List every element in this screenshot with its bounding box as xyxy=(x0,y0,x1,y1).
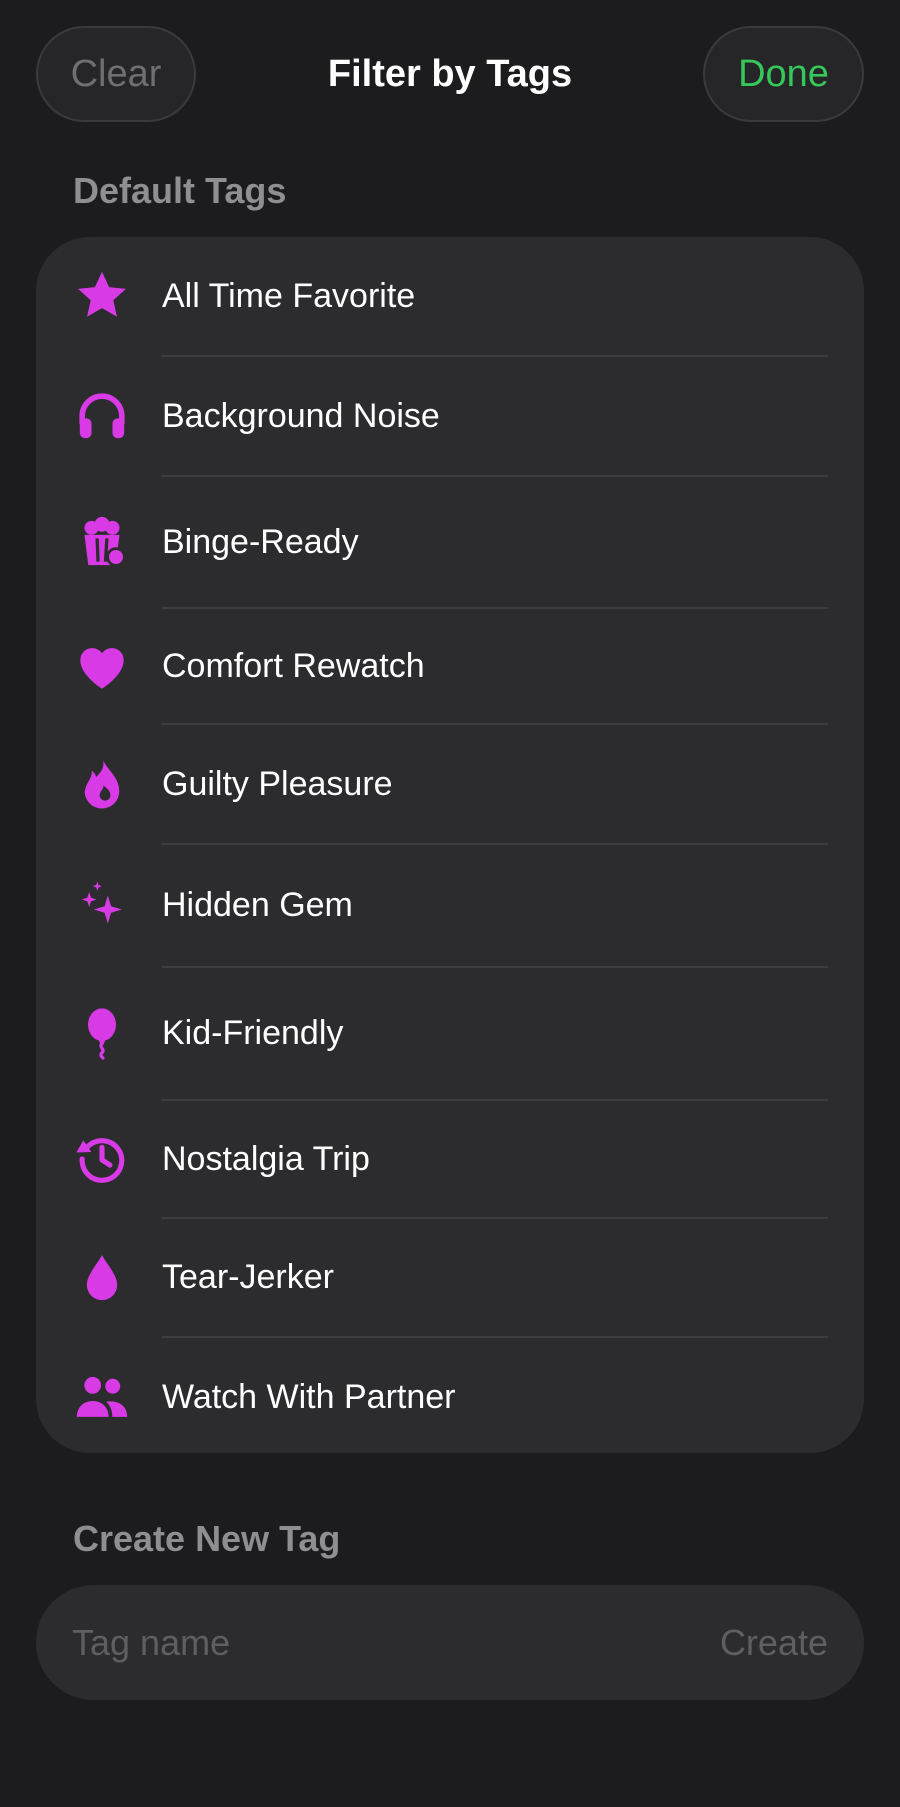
sparkles-icon xyxy=(72,876,132,936)
tag-row-hidden-gem[interactable]: Hidden Gem xyxy=(36,845,864,966)
heart-icon xyxy=(72,637,132,697)
header: Clear Filter by Tags Done xyxy=(0,0,900,150)
balloon-icon xyxy=(72,1004,132,1064)
clear-button[interactable]: Clear xyxy=(36,26,196,122)
tag-row-nostalgia-trip[interactable]: Nostalgia Trip xyxy=(36,1101,864,1217)
flame-icon xyxy=(72,754,132,814)
tag-label: Binge-Ready xyxy=(162,523,359,561)
popcorn-icon xyxy=(72,513,132,573)
tag-label: Nostalgia Trip xyxy=(162,1139,370,1178)
tag-row-binge-ready[interactable]: Binge-Ready xyxy=(36,477,864,608)
create-tag-field-container: Create xyxy=(36,1585,864,1700)
tag-label: Comfort Rewatch xyxy=(162,647,425,685)
tag-label: Kid-Friendly xyxy=(162,1014,344,1052)
tag-label: Watch With Partner xyxy=(162,1377,456,1416)
tag-label: All Time Favorite xyxy=(162,276,416,315)
tag-row-all-time-favorite[interactable]: All Time Favorite xyxy=(36,237,864,355)
tag-label: Tear-Jerker xyxy=(162,1258,334,1296)
tag-row-watch-with-partner[interactable]: Watch With Partner xyxy=(36,1338,864,1456)
done-button[interactable]: Done xyxy=(703,26,864,122)
people-icon xyxy=(72,1367,132,1427)
default-tags-heading: Default Tags xyxy=(73,170,287,211)
tag-label: Background Noise xyxy=(162,396,440,435)
drop-icon xyxy=(72,1248,132,1308)
tag-row-comfort-rewatch[interactable]: Comfort Rewatch xyxy=(36,609,864,724)
tag-label: Hidden Gem xyxy=(162,886,353,924)
tag-row-tear-jerker[interactable]: Tear-Jerker xyxy=(36,1219,864,1336)
create-tag-heading: Create New Tag xyxy=(73,1518,341,1559)
filter-sheet: Clear Filter by Tags Done Default Tags A… xyxy=(0,0,900,1807)
star-icon xyxy=(72,266,132,326)
page-title: Filter by Tags xyxy=(327,52,573,95)
clock-history-icon xyxy=(72,1129,132,1189)
tag-row-guilty-pleasure[interactable]: Guilty Pleasure xyxy=(36,725,864,843)
tag-row-background-noise[interactable]: Background Noise xyxy=(36,357,864,475)
headphones-icon xyxy=(72,386,132,446)
tag-name-input[interactable] xyxy=(72,1585,632,1700)
create-button[interactable]: Create xyxy=(720,1585,828,1700)
tag-label: Guilty Pleasure xyxy=(162,764,393,803)
tag-row-kid-friendly[interactable]: Kid-Friendly xyxy=(36,968,864,1099)
default-tags-list: All Time Favorite Background Noise Binge… xyxy=(36,237,864,1453)
